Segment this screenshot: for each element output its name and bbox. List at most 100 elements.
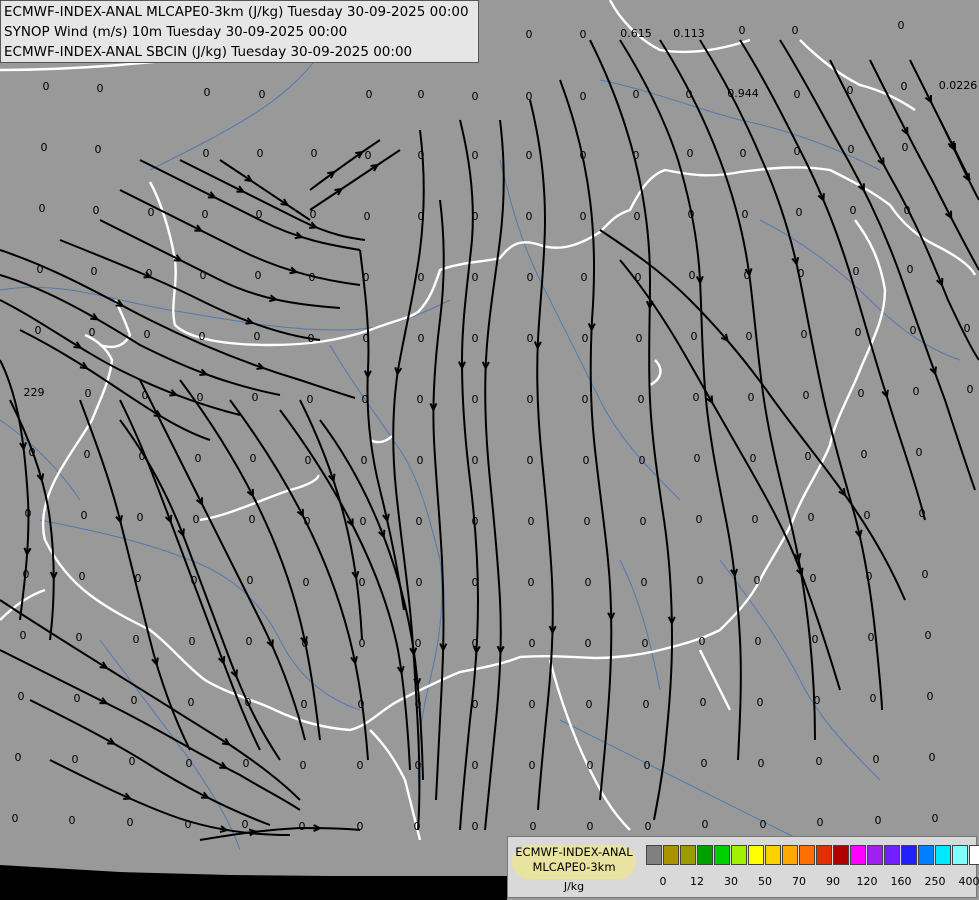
- value-label: 0: [69, 814, 76, 827]
- value-label: 0: [93, 204, 100, 217]
- value-label: 0: [139, 450, 146, 463]
- value-label: 0: [740, 147, 747, 160]
- value-label: 0: [902, 141, 909, 154]
- value-label: 0: [202, 208, 209, 221]
- value-label: 0: [191, 574, 198, 587]
- value-label: 0: [527, 332, 534, 345]
- value-label: 0: [245, 696, 252, 709]
- value-label: 0: [696, 513, 703, 526]
- legend-title: ECMWF-INDEX-ANAL MLCAPE0-3km: [512, 845, 636, 879]
- value-label: 0: [913, 385, 920, 398]
- value-label: 0: [803, 389, 810, 402]
- value-label: 0: [580, 210, 587, 223]
- value-label: 0: [808, 511, 815, 524]
- value-label: 0: [89, 326, 96, 339]
- value-label: 0: [186, 757, 193, 770]
- value-label: 0: [418, 332, 425, 345]
- value-label: 0: [300, 759, 307, 772]
- legend-swatch: [935, 845, 951, 865]
- legend-swatch: [748, 845, 764, 865]
- value-label: 0: [357, 759, 364, 772]
- value-label: 0: [582, 393, 589, 406]
- value-label: 0: [29, 446, 36, 459]
- value-label: 0: [688, 208, 695, 221]
- value-label: 0: [137, 511, 144, 524]
- value-label: 0: [364, 210, 371, 223]
- value-label: 0: [642, 637, 649, 650]
- legend-tick-label: 50: [758, 875, 772, 888]
- value-label: 0: [144, 328, 151, 341]
- value-label: 0: [20, 629, 27, 642]
- value-label: 0: [855, 326, 862, 339]
- value-label: 0: [299, 820, 306, 833]
- value-label: 0: [748, 391, 755, 404]
- value-label: 0: [189, 635, 196, 648]
- legend-swatch: [731, 845, 747, 865]
- value-label: 0: [12, 812, 19, 825]
- legend-title-line-1: ECMWF-INDEX-ANAL: [515, 845, 633, 859]
- value-label: 0: [95, 143, 102, 156]
- legend-tick-label: 70: [792, 875, 806, 888]
- legend-swatch: [918, 845, 934, 865]
- value-label: 0: [415, 698, 422, 711]
- value-label: 0: [257, 147, 264, 160]
- legend-tick-label: 0: [659, 875, 667, 888]
- value-label: 0: [357, 820, 364, 833]
- value-label: 0: [366, 88, 373, 101]
- value-label: 0: [41, 141, 48, 154]
- value-label: 0: [301, 698, 308, 711]
- value-label: 0: [303, 576, 310, 589]
- value-label: 0: [18, 690, 25, 703]
- value-label: 0: [76, 631, 83, 644]
- value-label: 0: [148, 206, 155, 219]
- value-label: 0: [35, 324, 42, 337]
- value-label: 0: [129, 755, 136, 768]
- value-label: 0: [197, 391, 204, 404]
- value-label: 0: [850, 204, 857, 217]
- value-label: 0: [805, 450, 812, 463]
- value-label: 0: [858, 387, 865, 400]
- value-label: 0: [472, 759, 479, 772]
- value-label: 0: [530, 820, 537, 833]
- value-label: 0: [472, 576, 479, 589]
- value-label: 0.0226: [939, 79, 978, 92]
- legend-swatch: [646, 845, 662, 865]
- value-label: 0: [363, 271, 370, 284]
- value-label: 0: [79, 570, 86, 583]
- value-label: 0: [853, 265, 860, 278]
- value-label: 0: [700, 696, 707, 709]
- value-label: 0: [587, 820, 594, 833]
- value-label: 0: [816, 755, 823, 768]
- legend-swatch: [714, 845, 730, 865]
- value-label: 0: [23, 568, 30, 581]
- title-box: ECMWF-INDEX-ANAL MLCAPE0-3km (J/kg) Tues…: [0, 0, 479, 63]
- value-label: 0: [744, 269, 751, 282]
- value-label: 0: [84, 448, 91, 461]
- title-line-3: ECMWF-INDEX-ANAL SBCIN (J/kg) Tuesday 30…: [4, 44, 413, 60]
- value-label: 0: [358, 698, 365, 711]
- legend-swatch: [782, 845, 798, 865]
- value-label: 0: [907, 263, 914, 276]
- value-label: 0: [527, 454, 534, 467]
- value-label: 0: [586, 698, 593, 711]
- weather-map: 0.615 0.113 0.944 0.0226 229 0 0 0 0 0 0 0 0 0 0 0 0 0 0 0 0…: [0, 0, 979, 900]
- value-label: 0: [418, 271, 425, 284]
- value-label: 0: [691, 330, 698, 343]
- value-label: 0: [74, 692, 81, 705]
- value-label: 0: [472, 271, 479, 284]
- legend-swatch: [697, 845, 713, 865]
- value-label: 0: [472, 210, 479, 223]
- value-label: 0: [922, 568, 929, 581]
- value-label: 0: [529, 698, 536, 711]
- value-label: 0: [635, 271, 642, 284]
- legend-swatch: [833, 845, 849, 865]
- value-label: 0: [526, 90, 533, 103]
- value-label: 0: [689, 269, 696, 282]
- value-label: 0: [472, 393, 479, 406]
- value-label: 0: [91, 265, 98, 278]
- value-label: 0: [472, 149, 479, 162]
- value-label: 0: [193, 513, 200, 526]
- value-label: 0: [203, 147, 210, 160]
- value-label: 0: [472, 637, 479, 650]
- value-label: 0: [910, 324, 917, 337]
